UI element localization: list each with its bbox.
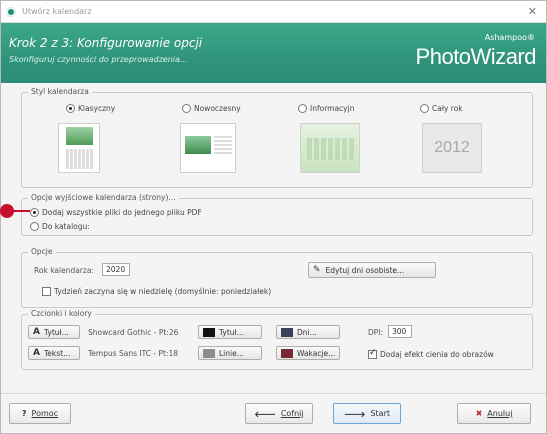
- output-options-legend: Opcje wyjściowe kalendarza (strony)...: [28, 193, 179, 202]
- wizard-header: Krok 2 z 3: Konfigurowanie opcji Skonfig…: [1, 23, 546, 83]
- step-title: Krok 2 z 3: Konfigurowanie opcji: [9, 36, 203, 50]
- fonts-colors-legend: Czcionki i kolory: [28, 309, 95, 318]
- app-icon: [6, 6, 16, 17]
- title-font-value: Showcard Gothic - Pt:26: [88, 328, 179, 337]
- color-swatch-title: [203, 327, 215, 337]
- back-button[interactable]: 🡐 Cofnij: [245, 403, 313, 424]
- output-option-pdf[interactable]: Dodaj wszystkie pliki do jednego pliku P…: [30, 207, 202, 217]
- radio-icon[interactable]: [66, 103, 75, 113]
- text-font-button[interactable]: A Tekst...: [28, 346, 80, 360]
- radio-icon[interactable]: [182, 103, 191, 113]
- color-holidays-button[interactable]: Wakacje...: [276, 346, 340, 360]
- thumb-info[interactable]: [300, 123, 360, 173]
- brand-maker: Ashampoo®: [484, 33, 535, 42]
- color-lines-button[interactable]: Linie...: [198, 346, 262, 360]
- color-days-button[interactable]: Dni...: [276, 325, 340, 339]
- style-option-classic[interactable]: Klasyczny: [66, 103, 115, 113]
- year-input[interactable]: 2020: [102, 263, 130, 276]
- dpi-label: DPI:: [368, 328, 384, 337]
- dpi-input[interactable]: 300: [388, 325, 412, 338]
- style-option-modern[interactable]: Nowoczesny: [182, 103, 241, 113]
- style-option-info[interactable]: Informacyjn: [298, 103, 354, 113]
- checkbox-icon[interactable]: [368, 348, 377, 359]
- arrow-left-icon: 🡐: [254, 409, 276, 419]
- close-icon[interactable]: ✕: [528, 5, 537, 18]
- output-option-folder[interactable]: Do katalogu:: [30, 221, 90, 231]
- arrow-right-icon: 🡒: [344, 409, 366, 419]
- thumb-modern[interactable]: [180, 123, 236, 173]
- font-icon: A: [33, 348, 40, 358]
- step-subtitle: Skonfiguruj czynności do przeprowadzenia…: [9, 55, 188, 64]
- shadow-effect-option[interactable]: Dodaj efekt cienia do obrazów: [368, 348, 494, 359]
- options-legend: Opcje: [28, 247, 56, 256]
- color-swatch-holidays: [281, 348, 293, 358]
- radio-icon[interactable]: [420, 103, 429, 113]
- color-swatch-lines: [203, 348, 215, 358]
- edit-personal-days-button[interactable]: ✎ Edytuj dni osobiste...: [308, 262, 436, 278]
- style-option-full-year[interactable]: Cały rok: [420, 103, 463, 113]
- brand-logo: PhotoWizard: [415, 44, 537, 69]
- help-icon: ?: [21, 409, 27, 418]
- edit-icon: ✎: [313, 265, 321, 275]
- output-options-group: Opcje wyjściowe kalendarza (strony)... D…: [21, 193, 533, 236]
- cancel-button[interactable]: ✖ Anuluj: [457, 403, 531, 424]
- checkbox-icon[interactable]: [42, 286, 51, 296]
- callout-marker-dot: [0, 204, 14, 218]
- radio-icon[interactable]: [30, 207, 39, 217]
- year-thumb-text: 2012: [434, 139, 470, 156]
- options-group: Opcje Rok kalendarza: 2020 ✎ Edytuj dni …: [21, 247, 533, 308]
- year-label: Rok kalendarza:: [34, 266, 94, 275]
- title-font-button[interactable]: A Tytuł...: [28, 325, 80, 339]
- color-title-button[interactable]: Tytuł...: [198, 325, 262, 339]
- footer-divider: [1, 393, 546, 394]
- cancel-icon: ✖: [475, 409, 483, 418]
- week-starts-sunday-option[interactable]: Tydzień zaczyna się w niedzielę (domyśln…: [42, 286, 271, 296]
- thumb-full-year[interactable]: 2012: [422, 123, 482, 173]
- calendar-style-legend: Styl kalendarza: [28, 87, 92, 96]
- fonts-colors-group: Czcionki i kolory A Tytuł... Showcard Go…: [21, 309, 533, 370]
- radio-icon[interactable]: [298, 103, 307, 113]
- thumb-classic[interactable]: [58, 123, 100, 173]
- start-button[interactable]: 🡒 Start: [333, 403, 401, 424]
- dialog-window: Utwórz kalendarz ✕ Krok 2 z 3: Konfiguro…: [0, 0, 547, 434]
- text-font-value: Tempus Sans ITC - Pt:18: [88, 349, 179, 358]
- radio-icon[interactable]: [30, 221, 39, 231]
- calendar-style-group: Styl kalendarza Klasyczny Nowoczesny Inf…: [21, 87, 533, 188]
- help-button[interactable]: ? Pomoc: [9, 403, 71, 424]
- title-bar: Utwórz kalendarz ✕: [1, 1, 546, 23]
- window-title: Utwórz kalendarz: [22, 7, 92, 16]
- dialog-content: Styl kalendarza Klasyczny Nowoczesny Inf…: [15, 84, 539, 384]
- color-swatch-days: [281, 327, 293, 337]
- font-icon: A: [33, 327, 40, 337]
